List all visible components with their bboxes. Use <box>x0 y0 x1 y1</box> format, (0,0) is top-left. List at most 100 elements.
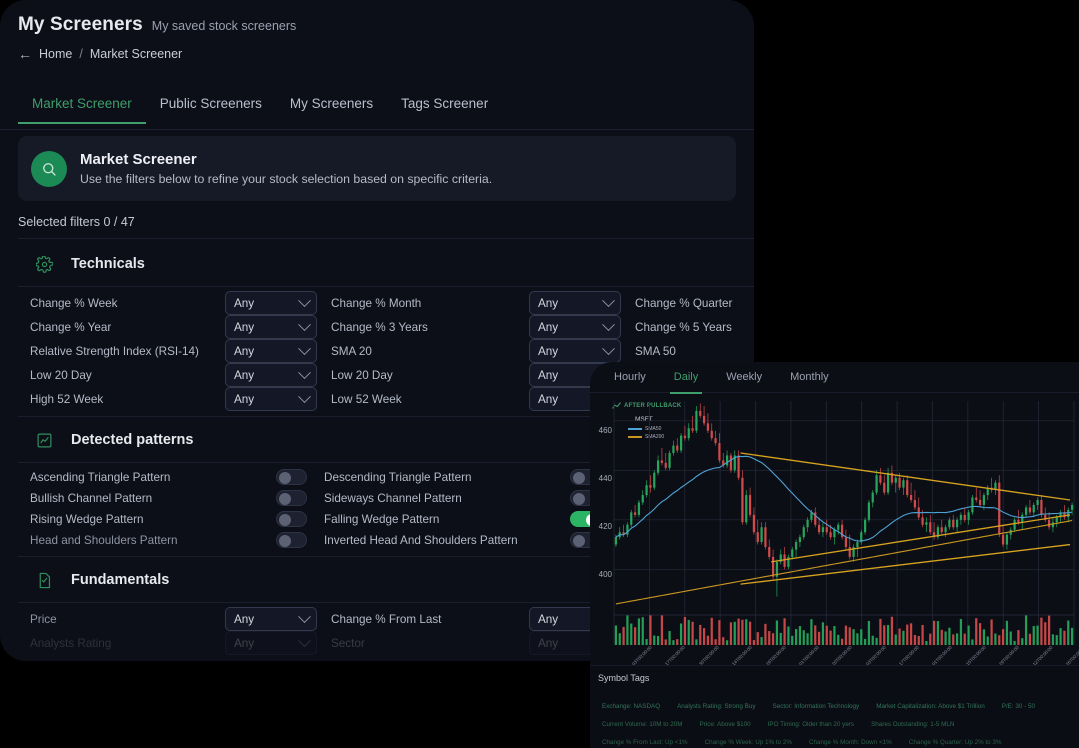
pattern-label: Falling Wedge Pattern <box>324 512 440 526</box>
symbol-tags-panel: Symbol Tags Exchange: NASDAQ Analysts Rat… <box>590 665 1079 748</box>
trendline <box>740 452 1071 501</box>
pattern-toggle-bullish-channel[interactable] <box>276 490 307 506</box>
filter-select[interactable]: Any <box>225 291 317 315</box>
filter-select-value: Any <box>234 296 255 310</box>
symbol-tag-row: Exchange: NASDAQ Analysts Rating: Strong … <box>598 702 1039 711</box>
chart-panel: Hourly Daily Weekly Monthly AFTER PULLBA… <box>590 362 1079 748</box>
chevron-down-icon <box>602 293 615 307</box>
pattern-label: Head and Shoulders Pattern <box>30 533 178 547</box>
symbol-tag[interactable]: Change % Month: Down <1% <box>805 738 896 747</box>
section-title-detected-patterns: Detected patterns <box>71 432 194 448</box>
search-circle-icon <box>31 150 67 187</box>
page-header: My Screeners My saved stock screeners ← … <box>18 14 296 61</box>
pattern-label: Descending Triangle Pattern <box>324 470 472 484</box>
trendline <box>740 543 1071 585</box>
filter-label: Change % Year <box>30 320 112 334</box>
filter-select[interactable]: Any <box>225 315 317 339</box>
symbol-tag[interactable]: Sector: Information Technology <box>769 702 864 711</box>
tab-public-screeners[interactable]: Public Screeners <box>146 88 276 123</box>
chart-tab-monthly[interactable]: Monthly <box>776 362 843 393</box>
chart-tab-daily[interactable]: Daily <box>660 362 712 394</box>
pattern-label: Bullish Channel Pattern <box>30 491 153 505</box>
filter-select-value: Any <box>234 612 255 626</box>
section-header-technicals: Technicals <box>34 254 145 274</box>
symbol-tag[interactable]: IPO Timing: Older than 20 yers <box>764 720 858 729</box>
chevron-down-icon <box>298 293 311 307</box>
pattern-label: Inverted Head And Shoulders Pattern <box>324 533 518 547</box>
breadcrumb-separator: / <box>79 47 83 61</box>
chart-tab-hourly[interactable]: Hourly <box>600 362 660 393</box>
filter-label: Relative Strength Index (RSI-14) <box>30 344 199 358</box>
filter-select-value: Any <box>234 368 255 382</box>
pattern-label: Sideways Channel Pattern <box>324 491 462 505</box>
pattern-label: Rising Wedge Pattern <box>30 512 144 526</box>
filter-select-value: Any <box>538 368 559 382</box>
sma50-line <box>615 455 1073 542</box>
pattern-toggle-head-and-shoulders[interactable] <box>276 532 307 548</box>
symbol-tag-row: Change % From Last: Up <1% Change % Week:… <box>598 738 1006 747</box>
filter-select[interactable]: Any <box>225 607 317 631</box>
symbol-tag[interactable]: Change % Week: Up 1% to 2% <box>701 738 796 747</box>
filter-select-value: Any <box>234 320 255 334</box>
symbol-tag[interactable]: Change % From Last: Up <1% <box>598 738 692 747</box>
filter-label: Low 20 Day <box>30 368 92 382</box>
breadcrumb-home-link[interactable]: Home <box>39 47 72 61</box>
pattern-toggle-rising-wedge[interactable] <box>276 511 307 527</box>
filter-label: SMA 20 <box>331 344 372 358</box>
filter-select-value: Any <box>538 320 559 334</box>
symbol-tag[interactable]: Analysts Rating: Strong Buy <box>673 702 759 711</box>
hero-title: Market Screener <box>80 151 197 168</box>
arrow-left-icon[interactable]: ← <box>18 47 32 61</box>
page-subtitle: My saved stock screeners <box>151 19 297 33</box>
tab-tags-screener[interactable]: Tags Screener <box>387 88 502 123</box>
filter-label: Change % 3 Years <box>331 320 428 334</box>
filter-select[interactable]: Any <box>529 339 621 363</box>
filter-label: Change % Month <box>331 296 422 310</box>
document-check-icon <box>34 570 54 590</box>
chevron-down-icon <box>298 365 311 379</box>
filter-row: Change % Year Any Change % 3 Years Any C… <box>30 315 740 339</box>
chart-line-icon <box>34 430 54 450</box>
chevron-down-icon <box>298 389 311 403</box>
hero-description: Use the filters below to refine your sto… <box>80 172 493 186</box>
filter-label: Change % Week <box>30 296 118 310</box>
filter-select-value: Any <box>538 612 559 626</box>
symbol-tag[interactable]: P/E: 30 - 50 <box>998 702 1039 711</box>
filter-select-value: Any <box>234 344 255 358</box>
symbol-tag[interactable]: Price: Above $100 <box>696 720 755 729</box>
symbol-tag[interactable]: Shares Outstanding: 1-5 MLN <box>867 720 958 729</box>
filter-label: Low 52 Week <box>331 392 402 406</box>
symbol-tag[interactable]: Change % Quarter: Up 2% to 3% <box>905 738 1006 747</box>
section-title-technicals: Technicals <box>71 256 145 272</box>
chart-timeframe-tabs: Hourly Daily Weekly Monthly <box>590 362 1079 394</box>
filter-select[interactable]: Any <box>225 387 317 411</box>
screener-tabs: Market Screener Public Screeners My Scre… <box>0 88 754 130</box>
symbol-tags-title: Symbol Tags <box>598 673 650 683</box>
pattern-label: Ascending Triangle Pattern <box>30 470 171 484</box>
breadcrumb: ← Home / Market Screener <box>18 47 296 61</box>
filter-label: Price <box>30 612 57 626</box>
filter-select[interactable]: Any <box>529 315 621 339</box>
filter-label: Change % 5 Years <box>635 320 732 334</box>
section-title-fundamentals: Fundamentals <box>71 572 170 588</box>
filter-select[interactable]: Any <box>529 291 621 315</box>
filter-select[interactable]: Any <box>225 631 317 655</box>
symbol-tag[interactable]: Exchange: NASDAQ <box>598 702 664 711</box>
filter-label: Change % From Last <box>331 612 442 626</box>
symbol-tag[interactable]: Current Volume: 10M to 20M <box>598 720 687 729</box>
filter-select[interactable]: Any <box>225 363 317 387</box>
filter-select[interactable]: Any <box>225 339 317 363</box>
chevron-down-icon <box>298 609 311 623</box>
chart-tab-weekly[interactable]: Weekly <box>712 362 776 393</box>
symbol-tag[interactable]: Market Capitalization: Above $1 Trillion <box>872 702 989 711</box>
chevron-down-icon <box>602 341 615 355</box>
filter-label: High 52 Week <box>30 392 104 406</box>
divider <box>18 286 754 287</box>
tab-market-screener[interactable]: Market Screener <box>18 88 146 124</box>
divider <box>18 238 754 239</box>
pattern-toggle-ascending-triangle[interactable] <box>276 469 307 485</box>
tab-my-screeners[interactable]: My Screeners <box>276 88 387 123</box>
filter-label: Low 20 Day <box>331 368 393 382</box>
screener-hero-card: Market Screener Use the filters below to… <box>18 136 736 201</box>
symbol-tag-row: Current Volume: 10M to 20M Price: Above $… <box>598 720 958 729</box>
